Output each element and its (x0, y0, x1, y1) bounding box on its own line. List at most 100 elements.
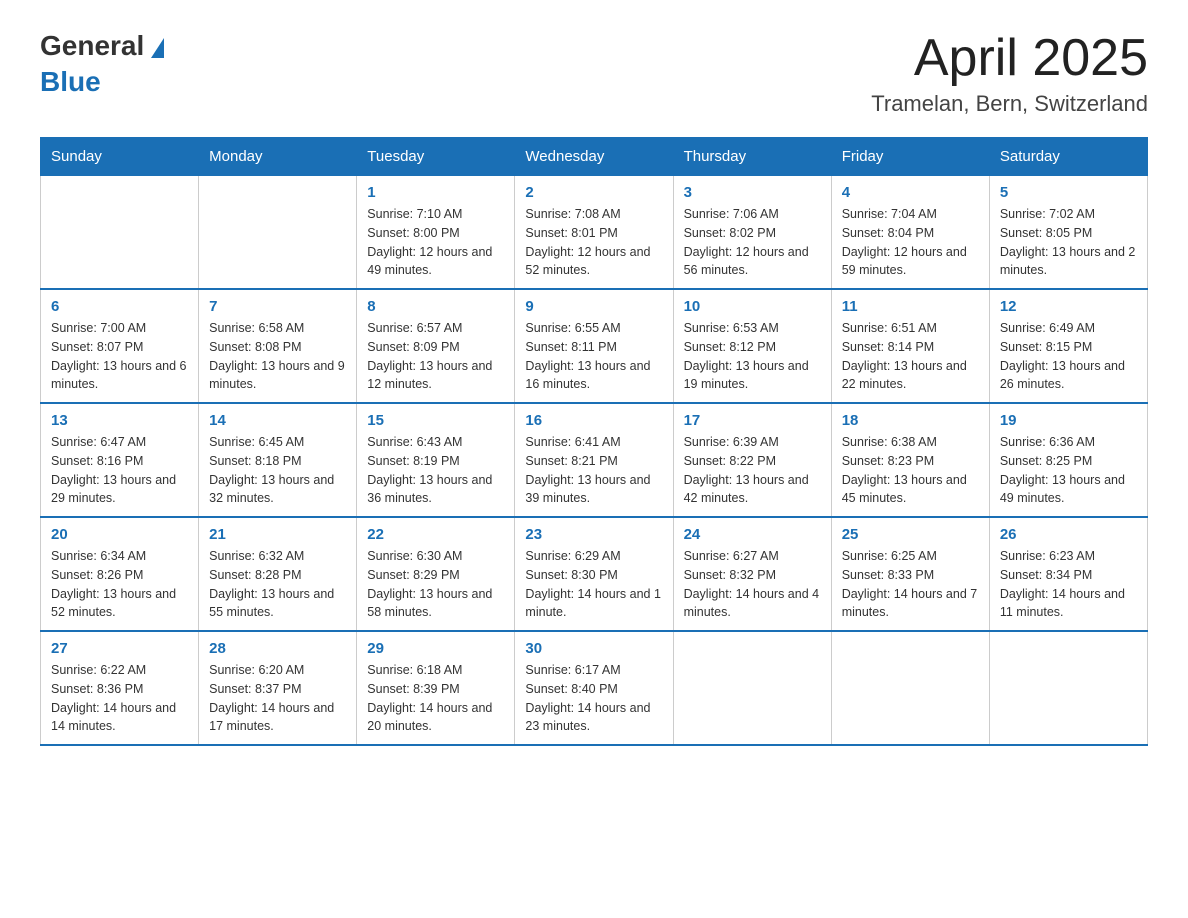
week-row-1: 1Sunrise: 7:10 AMSunset: 8:00 PMDaylight… (41, 176, 1148, 290)
day-info: Sunrise: 6:41 AMSunset: 8:21 PMDaylight:… (525, 433, 662, 508)
calendar-cell: 13 Sunrise: 6:47 AMSunset: 8:16 PMDayligh… (41, 403, 199, 517)
day-number: 22 (367, 526, 504, 543)
day-info: Sunrise: 6:34 AMSunset: 8:26 PMDaylight:… (51, 547, 188, 622)
calendar-cell: 6Sunrise: 7:00 AMSunset: 8:07 PMDaylight… (41, 289, 199, 403)
calendar-cell: 17Sunrise: 6:39 AMSunset: 8:22 PMDayligh… (673, 403, 831, 517)
day-info: Sunrise: 7:08 AMSunset: 8:01 PMDaylight:… (525, 205, 662, 280)
day-number: 26 (1000, 526, 1137, 543)
calendar-cell: 7Sunrise: 6:58 AMSunset: 8:08 PMDaylight… (199, 289, 357, 403)
day-info: Sunrise: 7:02 AMSunset: 8:05 PMDaylight:… (1000, 205, 1137, 280)
day-number: 27 (51, 640, 188, 657)
day-number: 21 (209, 526, 346, 543)
day-info: Sunrise: 6:27 AMSunset: 8:32 PMDaylight:… (684, 547, 821, 622)
weekday-header-row: SundayMondayTuesdayWednesdayThursdayFrid… (41, 138, 1148, 176)
day-info: Sunrise: 6:53 AMSunset: 8:12 PMDaylight:… (684, 319, 821, 394)
weekday-header-tuesday: Tuesday (357, 138, 515, 176)
day-info: Sunrise: 6:18 AMSunset: 8:39 PMDaylight:… (367, 661, 504, 736)
calendar-cell: 15 Sunrise: 6:43 AMSunset: 8:19 PMDayligh… (357, 403, 515, 517)
day-number: 28 (209, 640, 346, 657)
day-info: Sunrise: 7:04 AMSunset: 8:04 PMDaylight:… (842, 205, 979, 280)
day-info: Sunrise: 6:20 AMSunset: 8:37 PMDaylight:… (209, 661, 346, 736)
calendar-cell: 14 Sunrise: 6:45 AMSunset: 8:18 PMDayligh… (199, 403, 357, 517)
day-number: 9 (525, 298, 662, 315)
day-number: 10 (684, 298, 821, 315)
day-info: Sunrise: 6:43 AMSunset: 8:19 PMDaylight:… (367, 433, 504, 508)
day-number: 16 (525, 412, 662, 429)
calendar-cell: 23 Sunrise: 6:29 AMSunset: 8:30 PMDayligh… (515, 517, 673, 631)
weekday-header-thursday: Thursday (673, 138, 831, 176)
calendar-cell: 19 Sunrise: 6:36 AMSunset: 8:25 PMDayligh… (989, 403, 1147, 517)
logo: General Blue (40, 30, 233, 98)
weekday-header-sunday: Sunday (41, 138, 199, 176)
calendar-cell: 25Sunrise: 6:25 AMSunset: 8:33 PMDayligh… (831, 517, 989, 631)
calendar-cell: 11Sunrise: 6:51 AMSunset: 8:14 PMDayligh… (831, 289, 989, 403)
day-number: 15 (367, 412, 504, 429)
day-number: 20 (51, 526, 188, 543)
day-number: 18 (842, 412, 979, 429)
day-number: 3 (684, 184, 821, 201)
calendar-cell: 16 Sunrise: 6:41 AMSunset: 8:21 PMDayligh… (515, 403, 673, 517)
week-row-2: 6Sunrise: 7:00 AMSunset: 8:07 PMDaylight… (41, 289, 1148, 403)
weekday-header-saturday: Saturday (989, 138, 1147, 176)
day-number: 8 (367, 298, 504, 315)
calendar-cell: 9Sunrise: 6:55 AMSunset: 8:11 PMDaylight… (515, 289, 673, 403)
calendar-cell: 20 Sunrise: 6:34 AMSunset: 8:26 PMDayligh… (41, 517, 199, 631)
calendar-cell (989, 631, 1147, 745)
calendar-cell: 22 Sunrise: 6:30 AMSunset: 8:29 PMDayligh… (357, 517, 515, 631)
calendar-cell: 5 Sunrise: 7:02 AMSunset: 8:05 PMDaylight… (989, 176, 1147, 290)
calendar-cell: 2 Sunrise: 7:08 AMSunset: 8:01 PMDaylight… (515, 176, 673, 290)
day-info: Sunrise: 6:36 AMSunset: 8:25 PMDaylight:… (1000, 433, 1137, 508)
day-number: 14 (209, 412, 346, 429)
calendar-cell: 4 Sunrise: 7:04 AMSunset: 8:04 PMDaylight… (831, 176, 989, 290)
weekday-header-friday: Friday (831, 138, 989, 176)
day-number: 4 (842, 184, 979, 201)
calendar-cell: 18 Sunrise: 6:38 AMSunset: 8:23 PMDayligh… (831, 403, 989, 517)
day-info: Sunrise: 6:25 AMSunset: 8:33 PMDaylight:… (842, 547, 979, 622)
calendar-cell (673, 631, 831, 745)
day-number: 30 (525, 640, 662, 657)
calendar-cell (831, 631, 989, 745)
calendar-cell: 30 Sunrise: 6:17 AMSunset: 8:40 PMDayligh… (515, 631, 673, 745)
day-info: Sunrise: 6:29 AMSunset: 8:30 PMDaylight:… (525, 547, 662, 622)
day-info: Sunrise: 6:49 AMSunset: 8:15 PMDaylight:… (1000, 319, 1137, 394)
logo-blue-text: Blue (40, 66, 233, 98)
day-info: Sunrise: 6:22 AMSunset: 8:36 PMDaylight:… (51, 661, 188, 736)
calendar-header: SundayMondayTuesdayWednesdayThursdayFrid… (41, 138, 1148, 176)
day-info: Sunrise: 6:58 AMSunset: 8:08 PMDaylight:… (209, 319, 346, 394)
day-info: Sunrise: 6:23 AMSunset: 8:34 PMDaylight:… (1000, 547, 1137, 622)
calendar-cell: 1Sunrise: 7:10 AMSunset: 8:00 PMDaylight… (357, 176, 515, 290)
day-info: Sunrise: 6:17 AMSunset: 8:40 PMDaylight:… (525, 661, 662, 736)
day-number: 1 (367, 184, 504, 201)
weekday-header-wednesday: Wednesday (515, 138, 673, 176)
calendar-body: 1Sunrise: 7:10 AMSunset: 8:00 PMDaylight… (41, 176, 1148, 746)
calendar-cell: 27 Sunrise: 6:22 AMSunset: 8:36 PMDayligh… (41, 631, 199, 745)
day-info: Sunrise: 7:06 AMSunset: 8:02 PMDaylight:… (684, 205, 821, 280)
day-info: Sunrise: 6:30 AMSunset: 8:29 PMDaylight:… (367, 547, 504, 622)
calendar-cell (41, 176, 199, 290)
day-number: 29 (367, 640, 504, 657)
day-number: 13 (51, 412, 188, 429)
location-subtitle: Tramelan, Bern, Switzerland (871, 91, 1148, 117)
day-info: Sunrise: 6:57 AMSunset: 8:09 PMDaylight:… (367, 319, 504, 394)
calendar-cell: 26 Sunrise: 6:23 AMSunset: 8:34 PMDayligh… (989, 517, 1147, 631)
weekday-header-monday: Monday (199, 138, 357, 176)
day-number: 2 (525, 184, 662, 201)
calendar-cell: 21Sunrise: 6:32 AMSunset: 8:28 PMDayligh… (199, 517, 357, 631)
calendar-cell: 3 Sunrise: 7:06 AMSunset: 8:02 PMDaylight… (673, 176, 831, 290)
day-number: 19 (1000, 412, 1137, 429)
day-number: 12 (1000, 298, 1137, 315)
day-number: 24 (684, 526, 821, 543)
logo-triangle-icon (151, 38, 164, 58)
day-number: 5 (1000, 184, 1137, 201)
day-info: Sunrise: 6:38 AMSunset: 8:23 PMDaylight:… (842, 433, 979, 508)
calendar-cell: 12 Sunrise: 6:49 AMSunset: 8:15 PMDayligh… (989, 289, 1147, 403)
day-info: Sunrise: 6:47 AMSunset: 8:16 PMDaylight:… (51, 433, 188, 508)
week-row-3: 13 Sunrise: 6:47 AMSunset: 8:16 PMDayligh… (41, 403, 1148, 517)
day-info: Sunrise: 6:39 AMSunset: 8:22 PMDaylight:… (684, 433, 821, 508)
calendar-cell: 29 Sunrise: 6:18 AMSunset: 8:39 PMDayligh… (357, 631, 515, 745)
calendar-table: SundayMondayTuesdayWednesdayThursdayFrid… (40, 137, 1148, 746)
day-info: Sunrise: 6:45 AMSunset: 8:18 PMDaylight:… (209, 433, 346, 508)
week-row-4: 20 Sunrise: 6:34 AMSunset: 8:26 PMDayligh… (41, 517, 1148, 631)
day-number: 23 (525, 526, 662, 543)
day-info: Sunrise: 7:00 AMSunset: 8:07 PMDaylight:… (51, 319, 188, 394)
